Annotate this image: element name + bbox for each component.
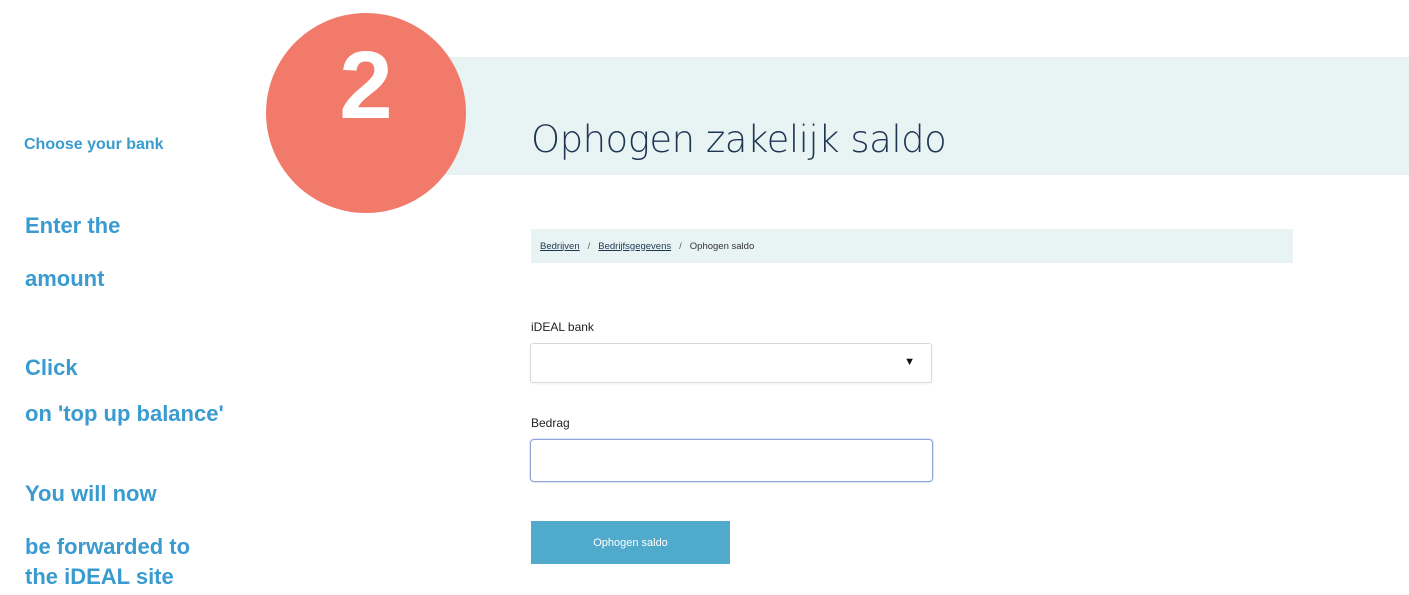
- breadcrumb-item-bedrijven[interactable]: Bedrijven: [540, 241, 580, 252]
- breadcrumb-item-current: Ophogen saldo: [689, 240, 755, 252]
- step-number: 2: [339, 32, 393, 139]
- amount-input[interactable]: [530, 439, 933, 482]
- bank-label: iDEAL bank: [531, 320, 594, 334]
- instruction-click-2: on 'top up balance': [25, 401, 224, 426]
- amount-label: Bedrag: [531, 416, 570, 430]
- breadcrumb: Bedrijven / Bedrijfsgegevens / Ophogen s…: [531, 229, 1293, 263]
- bank-select[interactable]: ▼: [530, 343, 932, 383]
- instruction-enter-amount-2: amount: [25, 266, 105, 291]
- dropdown-arrow-icon: ▼: [904, 356, 915, 368]
- page-title: Ophogen zakelijk saldo: [531, 118, 947, 161]
- instruction-click-1: Click: [25, 355, 78, 380]
- top-up-balance-button[interactable]: Ophogen saldo: [531, 521, 730, 564]
- instruction-choose-bank: Choose your bank: [24, 136, 164, 153]
- instruction-forward-3: the iDEAL site: [25, 564, 174, 589]
- instruction-forward-1: You will now: [25, 481, 157, 506]
- breadcrumb-separator: /: [679, 240, 682, 252]
- breadcrumb-separator: /: [587, 240, 591, 252]
- instruction-enter-amount-1: Enter the: [25, 213, 121, 238]
- step-badge: 2: [266, 13, 466, 213]
- page: 2 Ophogen zakelijk saldo Choose your ban…: [0, 0, 1409, 595]
- instruction-forward-2: be forwarded to: [25, 534, 191, 559]
- breadcrumb-item-bedrijfsgegevens[interactable]: Bedrijfsgegevens: [598, 241, 671, 252]
